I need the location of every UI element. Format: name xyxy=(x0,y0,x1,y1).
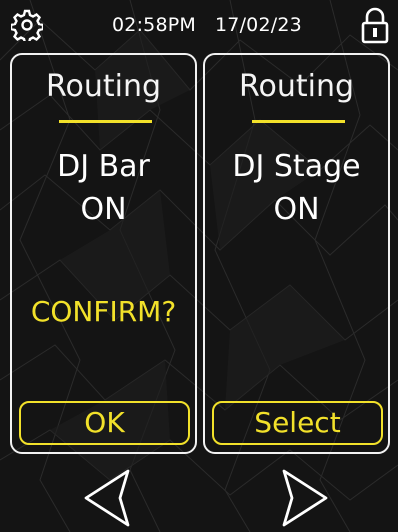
clock-time: 02:58PM xyxy=(112,14,197,36)
clock-date: 17/02/23 xyxy=(215,14,302,36)
chevron-left-icon[interactable] xyxy=(80,467,140,529)
select-button[interactable]: Select xyxy=(212,401,383,445)
chevron-right-icon[interactable] xyxy=(272,467,332,529)
gear-icon[interactable] xyxy=(11,9,43,41)
device-name: DJ Stage xyxy=(232,149,361,184)
title-underline xyxy=(59,120,152,123)
device-name: DJ Bar xyxy=(57,149,150,184)
panel-title: Routing xyxy=(45,69,162,104)
routing-panel-left: Routing DJ Bar ON CONFIRM? OK xyxy=(10,53,197,454)
device-state: ON xyxy=(80,192,127,227)
device-state: ON xyxy=(273,192,320,227)
routing-panel-right: Routing DJ Stage ON Select xyxy=(203,53,390,454)
ok-button[interactable]: OK xyxy=(19,401,190,445)
panel-title: Routing xyxy=(238,69,355,104)
confirm-prompt: CONFIRM? xyxy=(30,295,177,328)
lock-icon[interactable] xyxy=(360,6,390,44)
status-bar: 02:58PM 17/02/23 xyxy=(0,0,398,50)
title-underline xyxy=(252,120,345,123)
